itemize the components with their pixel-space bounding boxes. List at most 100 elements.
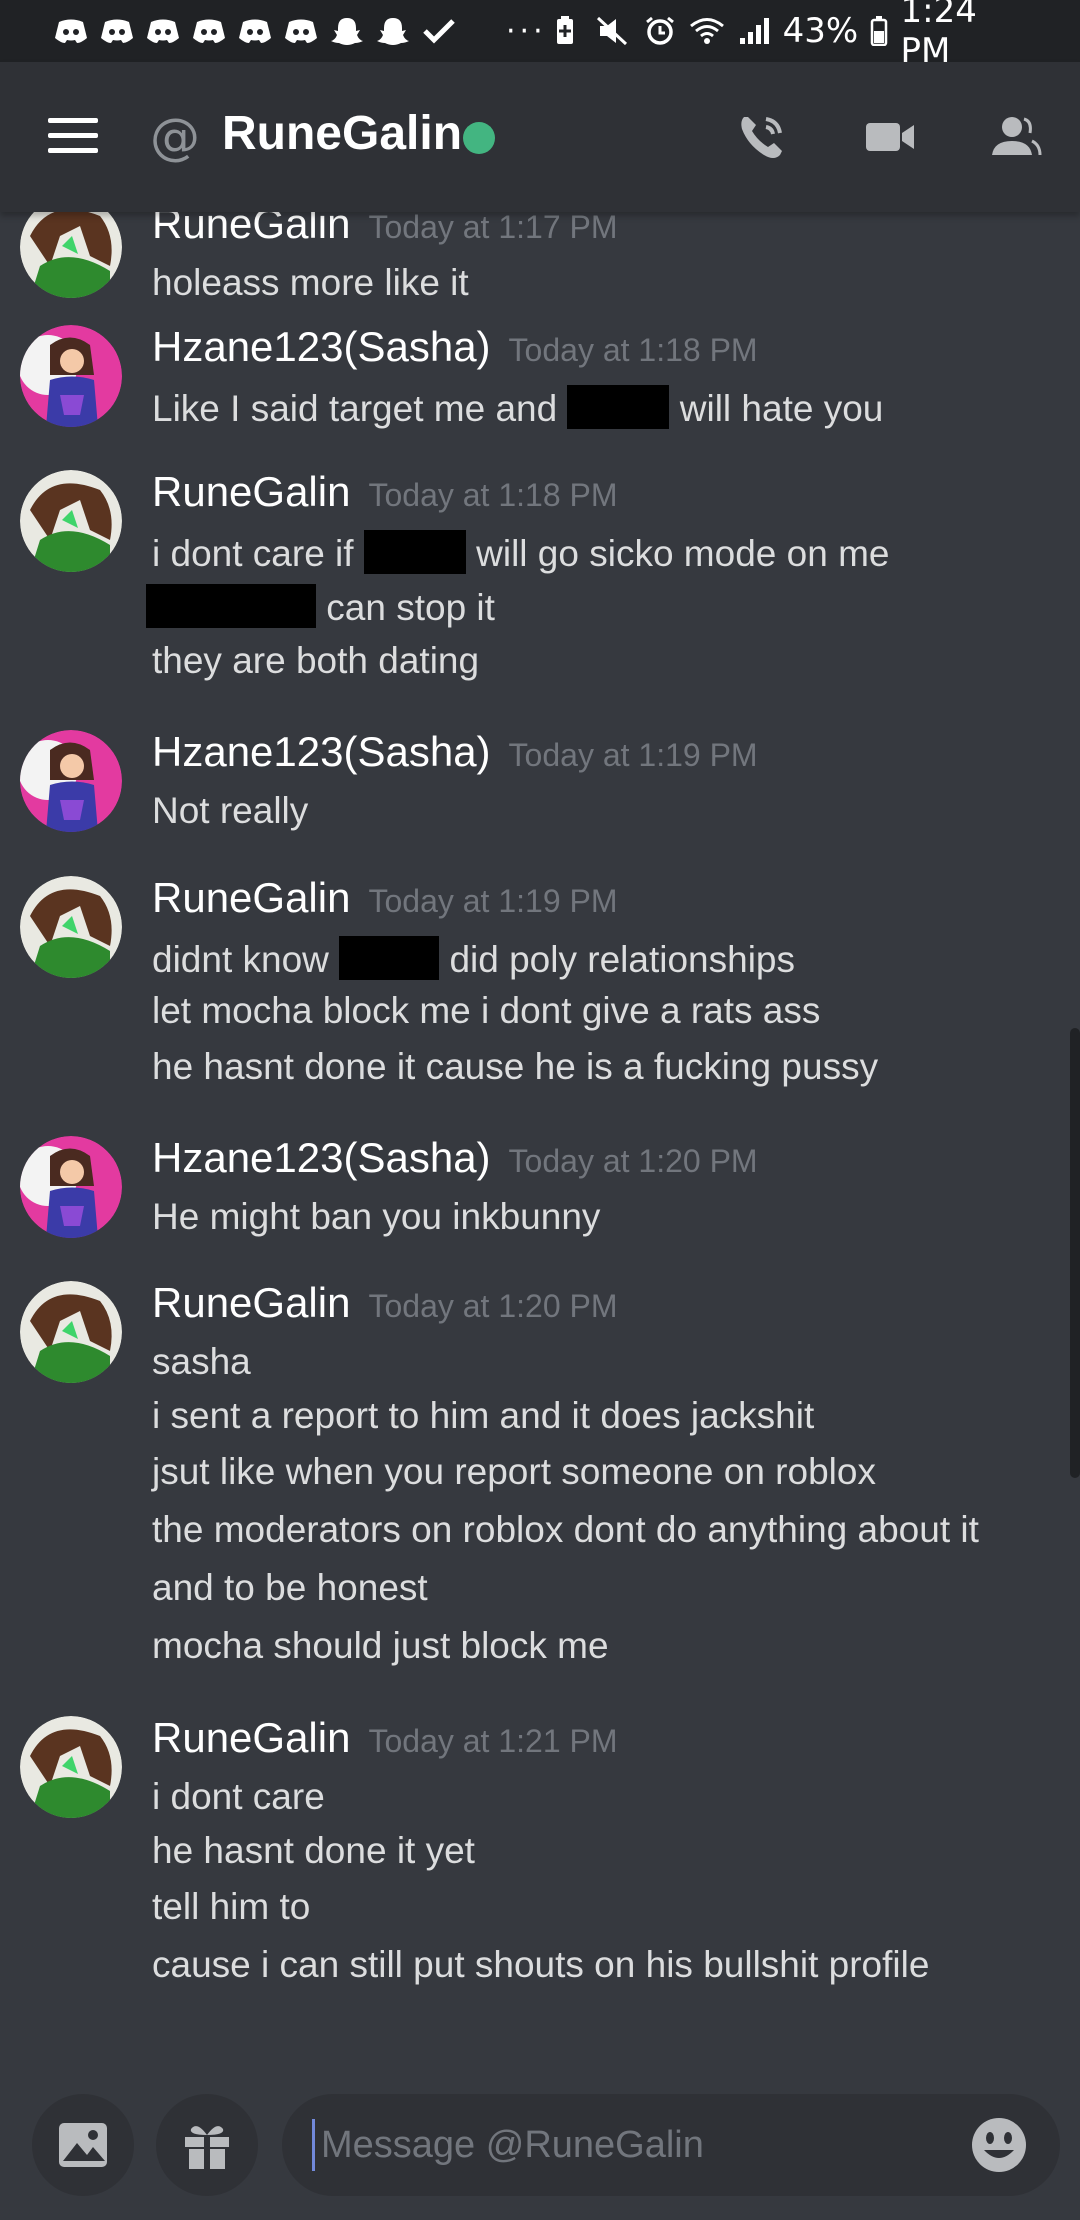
text-fragment: Like I said target me and [152, 388, 558, 429]
text-fragment: will go sicko mode on me [476, 533, 890, 574]
timestamp: Today at 1:20 PM [368, 1288, 618, 1324]
author-name[interactable]: Hzane123(Sasha) [152, 728, 491, 775]
message-text: sasha [152, 1341, 251, 1382]
message-header: RuneGalin Today at 1:18 PM [152, 468, 618, 516]
avatar-runegalin[interactable] [20, 212, 122, 298]
discord-icon [282, 16, 320, 46]
message-text: let mocha block me i dont give a rats as… [152, 990, 821, 1031]
gift-icon [185, 2126, 229, 2171]
check-icon [420, 16, 458, 46]
timestamp: Today at 1:19 PM [508, 737, 758, 773]
avatar-runegalin[interactable] [20, 470, 122, 572]
discord-icon [52, 16, 90, 46]
message-header: Hzane123(Sasha) Today at 1:19 PM [152, 728, 758, 776]
video-camera-icon [866, 123, 914, 151]
clock: 1:24 PM [900, 0, 977, 71]
wifi-icon [688, 16, 725, 46]
text-cursor [312, 2119, 315, 2171]
message-composer [0, 2040, 1080, 2220]
more-notifications-indicator: ··· [506, 13, 547, 49]
discord-icon [236, 16, 274, 46]
author-name[interactable]: Hzane123(Sasha) [152, 1134, 491, 1181]
timestamp: Today at 1:21 PM [368, 1723, 618, 1759]
message-header: RuneGalin Today at 1:17 PM [152, 212, 618, 248]
channel-name: RuneGalin [222, 107, 463, 160]
message-list[interactable]: RuneGalin Today at 1:17 PM holeass more l… [0, 212, 1080, 2040]
status-bar: ··· 43% 1:24 PM [0, 0, 1080, 71]
smiley-icon [972, 2118, 1026, 2172]
message-text: jsut like when you report someone on rob… [152, 1451, 876, 1492]
signal-icon [735, 16, 772, 46]
timestamp: Today at 1:19 PM [368, 883, 618, 919]
author-name[interactable]: RuneGalin [152, 212, 350, 247]
discord-icon [190, 16, 228, 46]
author-name[interactable]: RuneGalin [152, 874, 350, 921]
avatar-hzane123[interactable] [20, 730, 122, 832]
message-input-container[interactable] [282, 2094, 1060, 2196]
message-input[interactable] [321, 2123, 921, 2167]
message-text: Like I said target me and will hate you [152, 385, 883, 431]
scrollbar[interactable] [1070, 1028, 1080, 1478]
notification-icons: ··· [52, 14, 547, 49]
message-text: He might ban you inkbunny [152, 1196, 601, 1237]
message-header: RuneGalin Today at 1:19 PM [152, 874, 618, 922]
author-name[interactable]: RuneGalin [152, 1714, 350, 1761]
message-text: he hasnt done it yet [152, 1830, 475, 1871]
discord-icon [144, 16, 182, 46]
battery-icon [868, 16, 890, 46]
emoji-button[interactable] [970, 2116, 1030, 2176]
message-header: Hzane123(Sasha) Today at 1:20 PM [152, 1134, 758, 1182]
text-fragment: will hate you [679, 388, 884, 429]
avatar-runegalin[interactable] [20, 876, 122, 978]
message-text: mocha should just block me [152, 1625, 609, 1666]
author-name[interactable]: RuneGalin [152, 468, 350, 515]
people-icon [992, 117, 1042, 156]
voice-call-button[interactable] [732, 107, 792, 167]
avatar-runegalin[interactable] [20, 1281, 122, 1383]
message-text: he hasnt done it cause he is a fucking p… [152, 1046, 879, 1087]
avatar-hzane123[interactable] [20, 325, 122, 427]
redaction-box [339, 936, 440, 980]
image-icon [59, 2123, 107, 2167]
message-header: Hzane123(Sasha) Today at 1:18 PM [152, 323, 758, 371]
message-text: Not really [152, 790, 309, 831]
message-text: didnt know did poly relationships [152, 936, 795, 982]
text-fragment: i dont care if [152, 533, 354, 574]
phone-call-icon [741, 117, 782, 158]
discord-icon [98, 16, 136, 46]
system-icons: 43% 1:24 PM [547, 0, 1028, 71]
timestamp: Today at 1:17 PM [368, 212, 618, 245]
gift-button[interactable] [156, 2094, 258, 2196]
menu-icon[interactable] [48, 118, 98, 154]
online-status-dot [463, 122, 495, 154]
text-fragment: can stop it [326, 587, 495, 628]
image-upload-button[interactable] [32, 2094, 134, 2196]
snapchat-icon [374, 16, 412, 46]
channel-header: @ RuneGalin [0, 62, 1080, 212]
battery-percent: 43% [782, 11, 859, 51]
message-text: the moderators on roblox dont do anythin… [152, 1509, 979, 1550]
message-text: they are both dating [152, 640, 480, 681]
author-name[interactable]: Hzane123(Sasha) [152, 323, 491, 370]
message-text: and to be honest [152, 1567, 428, 1608]
member-list-button[interactable] [986, 107, 1046, 167]
avatar-hzane123[interactable] [20, 1136, 122, 1238]
timestamp: Today at 1:18 PM [508, 332, 758, 368]
timestamp: Today at 1:18 PM [368, 477, 618, 513]
redaction-box [363, 530, 466, 574]
message-text: i sent a report to him and it does jacks… [152, 1395, 815, 1436]
snapchat-icon [328, 16, 366, 46]
message-text: holeass more like it [152, 262, 469, 303]
battery-saver-icon [547, 16, 584, 46]
message-text: i dont care [152, 1776, 325, 1817]
video-call-button[interactable] [860, 107, 920, 167]
message-text: tell him to [152, 1886, 311, 1927]
avatar-runegalin[interactable] [20, 1716, 122, 1818]
text-fragment: did poly relationships [449, 939, 795, 980]
author-name[interactable]: RuneGalin [152, 1279, 350, 1326]
redaction-box [146, 584, 316, 628]
message-header: RuneGalin Today at 1:20 PM [152, 1279, 618, 1327]
message-text: i dont care if will go sicko mode on me [152, 530, 889, 576]
timestamp: Today at 1:20 PM [508, 1143, 758, 1179]
message-header: RuneGalin Today at 1:21 PM [152, 1714, 618, 1762]
